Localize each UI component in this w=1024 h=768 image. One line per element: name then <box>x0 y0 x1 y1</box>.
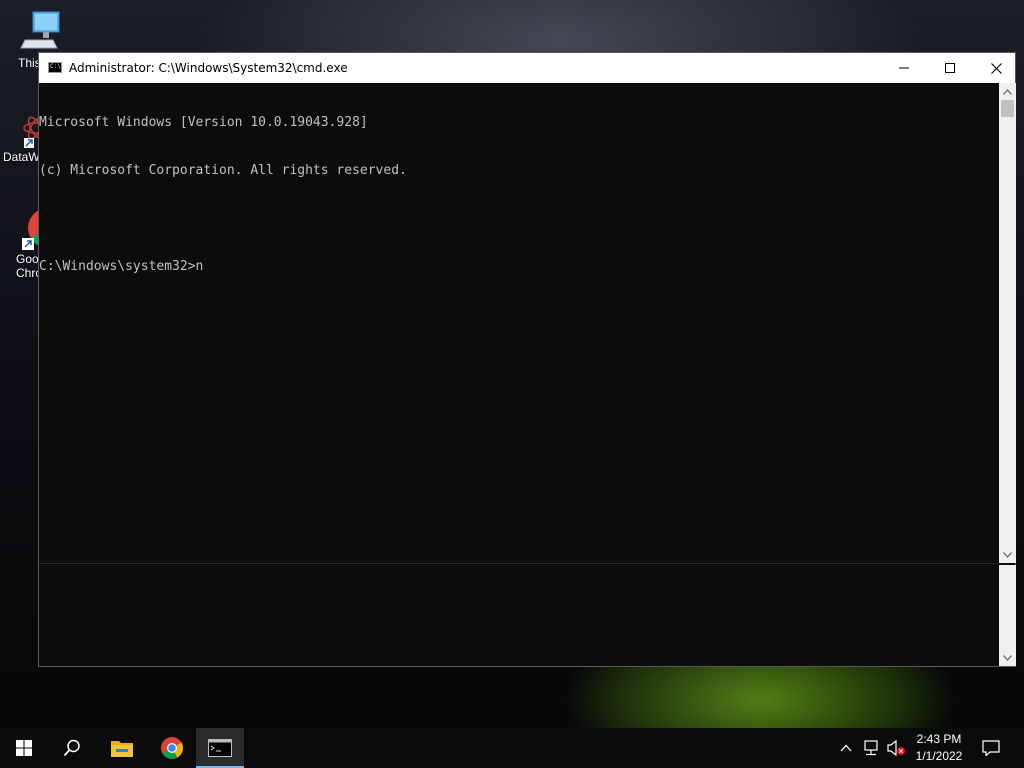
title-bar[interactable]: C:\ Administrator: C:\Windows\System32\c… <box>39 53 1015 83</box>
window-title: Administrator: C:\Windows\System32\cmd.e… <box>69 61 348 75</box>
network-icon <box>864 740 878 756</box>
console-line: Microsoft Windows [Version 10.0.19043.92… <box>39 115 368 130</box>
console-prompt-line[interactable]: C:\Windows\system32>n <box>39 259 999 275</box>
clock[interactable]: 2:43 PM 1/1/2022 <box>908 731 970 765</box>
scroll-thumb[interactable] <box>1001 100 1014 117</box>
chevron-down-icon <box>1003 551 1012 558</box>
close-button[interactable] <box>973 53 1019 83</box>
cmd-window[interactable]: C:\ Administrator: C:\Windows\System32\c… <box>38 52 1016 667</box>
computer-icon <box>19 10 61 54</box>
pane-divider <box>39 563 999 564</box>
notification-icon <box>982 740 1000 756</box>
chrome-icon <box>161 737 183 759</box>
folder-icon <box>111 741 133 757</box>
windows-logo-icon <box>16 740 32 756</box>
search-button[interactable] <box>48 728 96 768</box>
lower-vertical-scrollbar[interactable] <box>999 565 1016 666</box>
taskbar-file-explorer[interactable] <box>98 728 146 768</box>
minimize-icon <box>899 67 909 69</box>
maximize-icon <box>945 63 955 73</box>
chevron-down-icon <box>1003 654 1012 661</box>
close-icon <box>990 62 1002 74</box>
chevron-up-icon <box>840 744 852 752</box>
minimize-button[interactable] <box>881 53 927 83</box>
search-icon <box>63 739 80 757</box>
clock-date: 1/1/2022 <box>915 749 963 763</box>
maximize-button[interactable] <box>927 53 973 83</box>
clock-time: 2:43 PM <box>916 732 962 746</box>
scroll-down-button[interactable] <box>999 546 1016 563</box>
scroll-down-button[interactable] <box>999 649 1016 666</box>
console-output[interactable]: Microsoft Windows [Version 10.0.19043.92… <box>39 83 999 563</box>
vertical-scrollbar[interactable] <box>999 83 1016 563</box>
start-button[interactable] <box>0 728 48 768</box>
network-button[interactable] <box>858 728 884 768</box>
cmd-icon <box>208 739 232 757</box>
action-center-button[interactable] <box>968 728 1014 768</box>
taskbar-chrome[interactable] <box>148 728 196 768</box>
taskbar-command-prompt[interactable] <box>196 728 244 768</box>
cmd-app-icon[interactable]: C:\ <box>48 62 62 73</box>
console-line: (c) Microsoft Corporation. All rights re… <box>39 163 407 178</box>
volume-muted-icon <box>887 740 905 756</box>
taskbar: 2:43 PM 1/1/2022 <box>0 728 1024 768</box>
chevron-up-icon <box>1003 88 1012 95</box>
scroll-up-button[interactable] <box>999 83 1016 100</box>
volume-button[interactable] <box>884 728 908 768</box>
show-hidden-icons-button[interactable] <box>834 728 858 768</box>
console-lower-pane[interactable] <box>39 565 999 665</box>
